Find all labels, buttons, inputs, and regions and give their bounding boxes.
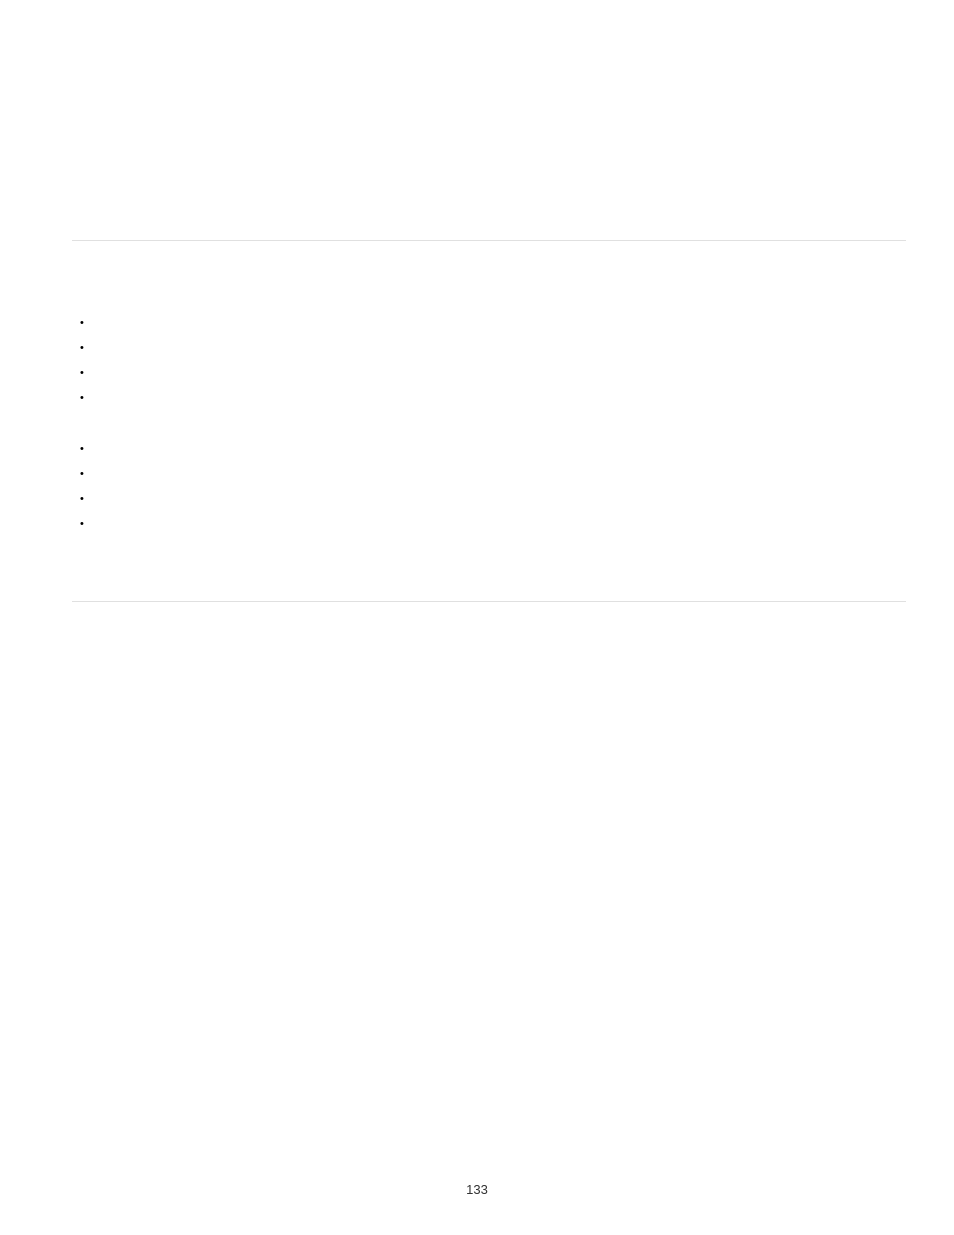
bullet-list-1: • • • • — [80, 311, 906, 411]
divider-top — [72, 240, 906, 241]
bullet-icon: • — [80, 487, 94, 512]
bullet-icon: • — [80, 336, 94, 361]
divider-bottom — [72, 601, 906, 602]
list-item: • — [80, 386, 906, 411]
bullet-icon: • — [80, 311, 94, 336]
list-item: • — [80, 512, 906, 537]
list-item: • — [80, 336, 906, 361]
list-item: • — [80, 462, 906, 487]
list-item: • — [80, 487, 906, 512]
bullet-icon: • — [80, 512, 94, 537]
bullet-icon: • — [80, 462, 94, 487]
list-item: • — [80, 437, 906, 462]
list-item: • — [80, 361, 906, 386]
bullet-icon: • — [80, 361, 94, 386]
list-item: • — [80, 311, 906, 336]
page-content: • • • • • • • • — [0, 0, 954, 602]
bullet-icon: • — [80, 437, 94, 462]
page-number: 133 — [0, 1182, 954, 1197]
bullet-list-2: • • • • — [80, 437, 906, 537]
bullet-icon: • — [80, 386, 94, 411]
